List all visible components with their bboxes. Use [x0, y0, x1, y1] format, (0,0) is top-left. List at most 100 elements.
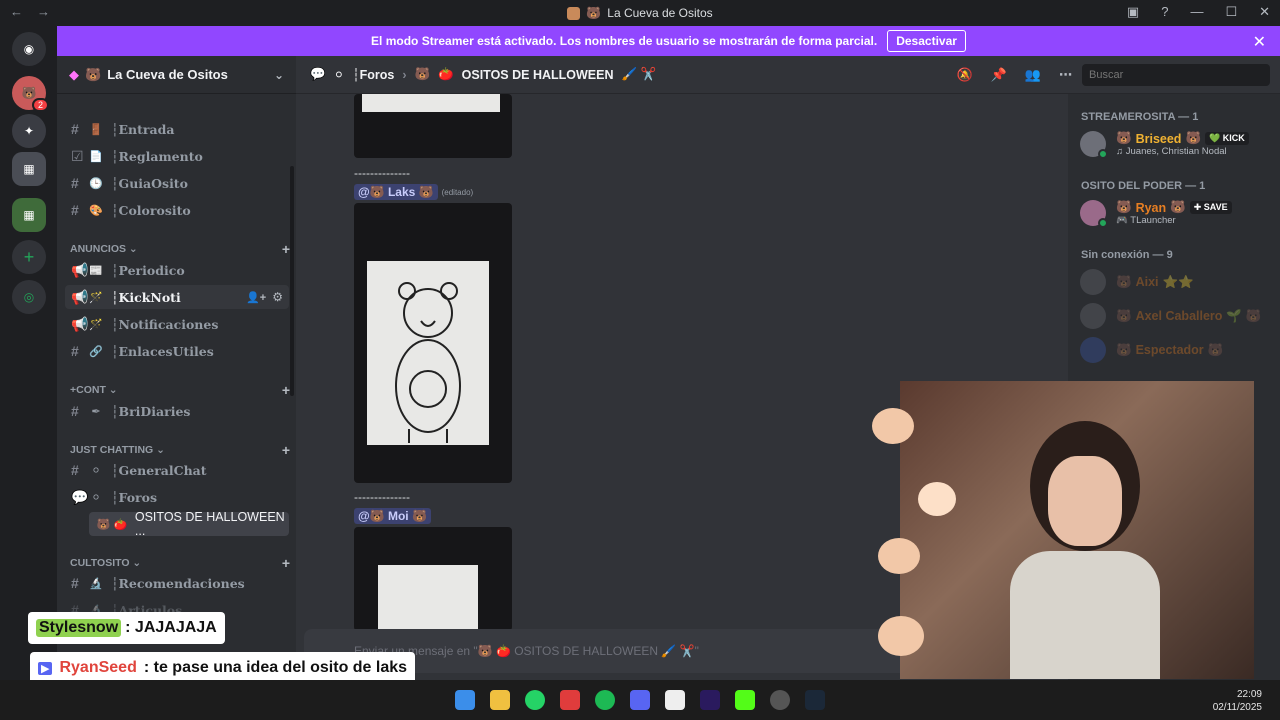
webcam-overlay — [900, 381, 1254, 679]
maximize-button[interactable]: ☐ — [1225, 4, 1237, 20]
add-channel-icon[interactable]: + — [282, 555, 290, 571]
notion-icon[interactable] — [665, 690, 685, 710]
member-item[interactable]: 🐻 Briseed 🐻 💚 KICK ♫ Juanes, Christian N… — [1080, 128, 1270, 160]
hash-icon: # — [71, 403, 79, 419]
discord-home-icon[interactable]: ◉ — [12, 32, 46, 66]
kick-icon[interactable] — [735, 690, 755, 710]
member-item[interactable]: 🐻 Ryan 🐻 ✚ SAVE 🎮 TLauncher — [1080, 197, 1270, 229]
inbox-icon[interactable]: ▣ — [1127, 4, 1139, 20]
hash-icon: # — [71, 462, 79, 478]
server-header[interactable]: ◆ 🐻 La Cueva de Ositos ⌄ — [57, 56, 296, 94]
category-cultosito[interactable]: CULTOSITO ⌄ + — [70, 555, 290, 571]
wand-icon: 🪄 — [89, 318, 103, 331]
avatar — [1080, 131, 1108, 159]
chat-text: : te pase una idea del osito de laks — [143, 659, 408, 676]
member-tag: ✚ SAVE — [1189, 201, 1232, 214]
server-folder-2[interactable]: ▦ — [12, 198, 46, 232]
close-button[interactable]: ✕ — [1259, 4, 1270, 20]
channel-reglamento[interactable]: ☑ 📄 ┆Reglamento — [65, 144, 289, 168]
obs-icon[interactable] — [770, 690, 790, 710]
hash-icon: # — [71, 575, 79, 591]
category-just-chatting[interactable]: JUST CHATTING ⌄ + — [70, 442, 290, 458]
gear-icon[interactable]: ⚙ — [272, 290, 283, 304]
more-icon[interactable]: ⋯ — [1059, 67, 1072, 83]
forward-icon[interactable]: → — [37, 4, 50, 19]
system-clock[interactable]: 22:09 02/11/2025 — [1213, 688, 1262, 714]
forum-icon: 💬 — [71, 488, 89, 505]
thread-ositos-halloween[interactable]: 🐻 🍅 OSITOS DE HALLOWEEN ... — [89, 510, 289, 538]
channel-notificaciones[interactable]: 📢 🪄 ┆Notificaciones — [65, 312, 289, 336]
bear-icon: 🐻 — [96, 518, 111, 531]
member-item[interactable]: 🐻 Espectador 🐻 — [1080, 334, 1270, 366]
category-anuncios[interactable]: ANUNCIOS ⌄ + — [70, 241, 290, 257]
invite-icon[interactable]: 👤+ — [246, 291, 266, 304]
mention-laks[interactable]: @🐻 Laks 🐻 (editado) — [354, 184, 473, 200]
chat-text: : JAJAJAJA — [125, 619, 217, 636]
file-explorer-icon[interactable] — [490, 690, 510, 710]
rules-icon: ☑ — [71, 147, 84, 164]
channel-bridiaries[interactable]: # ✒ ┆BriDiaries — [65, 399, 289, 423]
chat-overlay-message: Stylesnow : JAJAJAJA — [28, 612, 225, 644]
windows-start-icon[interactable] — [455, 690, 475, 710]
server-item[interactable]: ✦ — [12, 114, 46, 148]
channel-guiaosito[interactable]: # 🕒 ┆GuiaOsito — [65, 171, 289, 195]
steam-icon[interactable] — [805, 690, 825, 710]
chat-username: RyanSeed — [59, 659, 137, 676]
header-tools: 🔕 📌 👥 ⋯ — [956, 67, 1072, 83]
attachment-image[interactable] — [354, 203, 512, 483]
sidebar-scrollbar[interactable] — [290, 166, 294, 396]
channel-recomendaciones[interactable]: # 🔬 ┆Recomendaciones — [65, 571, 289, 595]
member-tag: 💚 KICK — [1205, 132, 1249, 145]
drawing-paper — [367, 261, 489, 445]
server-rail: ◉ 🐻 2 ✦ ▦ ▦ + ◎ — [0, 26, 57, 680]
channel-enlaces[interactable]: # 🔗 ┆EnlacesUtiles — [65, 339, 289, 363]
streamer-person — [1010, 421, 1160, 679]
minimize-button[interactable]: — — [1190, 4, 1203, 20]
back-icon[interactable]: ← — [10, 4, 23, 19]
members-icon[interactable]: 👥 — [1025, 67, 1041, 83]
member-item[interactable]: 🐻 Aixi ⭐⭐ — [1080, 266, 1270, 298]
member-item[interactable]: 🐻 Axel Caballero 🌱 🐻 — [1080, 300, 1270, 332]
breadcrumb-forum[interactable]: ┆Foros — [352, 67, 394, 82]
spotify-icon[interactable] — [595, 690, 615, 710]
help-icon[interactable]: ? — [1161, 4, 1168, 20]
add-channel-icon[interactable]: + — [282, 241, 290, 257]
disable-streamer-button[interactable]: Desactivar — [887, 30, 966, 52]
server-folder[interactable]: ▦ — [12, 152, 46, 186]
add-server-icon[interactable]: + — [12, 240, 46, 274]
channel-colorosito[interactable]: # 🎨 ┆Colorosito — [65, 198, 289, 222]
channel-sidebar: ◆ 🐻 La Cueva de Ositos ⌄ # 🚪 ┆Entrada ☑ 📄 ┆R… — [57, 56, 296, 680]
channel-foros[interactable]: 💬 ⚪ ┆Foros — [65, 485, 289, 509]
channel-periodico[interactable]: 📢 📰 ┆Periodico — [65, 258, 289, 282]
whatsapp-icon[interactable] — [525, 690, 545, 710]
add-channel-icon[interactable]: + — [282, 382, 290, 398]
add-channel-icon[interactable]: + — [282, 442, 290, 458]
hash-icon: # — [71, 121, 79, 137]
channel-kicknoti[interactable]: 📢 🪄 ┆KickNoti 👤+ ⚙ — [65, 285, 289, 309]
attachment-image[interactable] — [354, 94, 512, 158]
explore-icon[interactable]: ◎ — [12, 280, 46, 314]
channel-generalchat[interactable]: # ⚪ ┆GeneralChat — [65, 458, 289, 482]
channel-entrada[interactable]: # 🚪 ┆Entrada — [65, 117, 289, 141]
member-name: 🐻 Espectador 🐻 — [1116, 342, 1224, 358]
online-status — [1098, 149, 1108, 159]
discord-icon[interactable] — [630, 690, 650, 710]
mute-icon[interactable]: 🔕 — [956, 67, 972, 83]
ball-icon: ⚪ — [91, 491, 101, 504]
category-cont[interactable]: +CONT ⌄ + — [70, 382, 290, 398]
close-icon[interactable]: ✕ — [1253, 32, 1266, 52]
member-activity: ♫ Juanes, Christian Nodal — [1116, 146, 1227, 157]
attachment-image[interactable] — [354, 527, 512, 631]
vivaldi-icon[interactable] — [560, 690, 580, 710]
server-la-cueva[interactable]: 🐻 2 — [12, 76, 49, 112]
ball-icon: ⚪ — [333, 68, 345, 82]
newspaper-icon: 📰 — [89, 264, 103, 277]
premiere-icon[interactable] — [700, 690, 720, 710]
mention-moi[interactable]: @🐻 Moi 🐻 — [354, 508, 431, 524]
separator-text: -------------- — [354, 166, 410, 180]
server-icon — [567, 6, 581, 20]
search-input[interactable] — [1082, 64, 1270, 86]
link-icon: 🔗 — [89, 345, 103, 358]
pin-icon[interactable]: 📌 — [991, 67, 1007, 83]
bear-drawing — [395, 282, 461, 443]
